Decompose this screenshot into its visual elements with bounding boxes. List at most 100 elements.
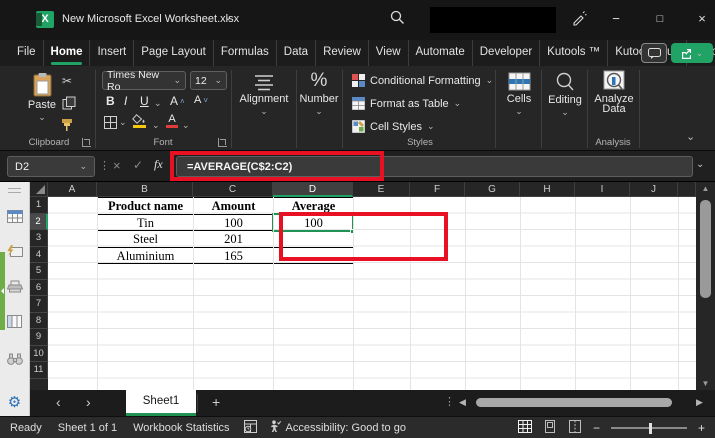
- column-header-C[interactable]: C: [193, 182, 273, 197]
- advanced-find-binoculars-icon[interactable]: [7, 352, 23, 370]
- name-box[interactable]: D2 ⌄: [7, 156, 95, 177]
- tab-bar-options-icon[interactable]: ⋮: [444, 390, 455, 414]
- page-break-preview-button[interactable]: [568, 420, 582, 436]
- borders-button[interactable]: ⌄: [104, 116, 127, 129]
- formula-bar-grip-icon[interactable]: ⋮: [99, 159, 110, 172]
- autotext-icon[interactable]: [7, 245, 23, 263]
- column-header-G[interactable]: G: [465, 182, 520, 197]
- zoom-out-button[interactable]: −: [593, 421, 600, 435]
- vertical-scrollbar-thumb[interactable]: [700, 200, 711, 298]
- zoom-slider[interactable]: [610, 422, 687, 434]
- row-headers[interactable]: 1 2 3 4 5 6 7 8 9 10 11: [30, 197, 48, 390]
- decrease-font-size-button[interactable]: A ˅: [194, 94, 208, 106]
- ribbon-tab-insert[interactable]: Insert: [89, 40, 133, 66]
- clipboard-dialog-launcher[interactable]: [82, 138, 91, 147]
- copy-button[interactable]: [62, 96, 76, 115]
- column-header-F[interactable]: F: [410, 182, 465, 197]
- ribbon-tab-automate[interactable]: Automate: [407, 40, 472, 66]
- sheet-tab-sheet1[interactable]: Sheet1: [126, 390, 196, 416]
- vertical-scrollbar[interactable]: ▲ ▼: [696, 182, 715, 390]
- ribbon-tab-home[interactable]: Home: [42, 40, 90, 66]
- pane-handle[interactable]: [8, 188, 21, 193]
- cell-B2[interactable]: Tin: [97, 213, 194, 231]
- alignment-group-button[interactable]: Alignment ⌄: [236, 74, 292, 116]
- cut-button[interactable]: ✂: [62, 74, 72, 88]
- row-header-6[interactable]: 6: [30, 279, 48, 296]
- next-sheet-icon[interactable]: ›: [86, 390, 91, 414]
- zoom-slider-thumb[interactable]: [648, 422, 652, 434]
- scroll-right-icon[interactable]: ▶: [696, 390, 703, 415]
- font-color-button[interactable]: A: [166, 113, 178, 128]
- row-header-7[interactable]: 7: [30, 296, 48, 313]
- sheets-navigation-icon[interactable]: [7, 210, 23, 228]
- select-all-corner[interactable]: [30, 182, 48, 197]
- ribbon-tab-file[interactable]: File: [10, 40, 43, 66]
- title-chevron-down-icon[interactable]: ⌄: [224, 12, 232, 23]
- row-header-9[interactable]: 9: [30, 329, 48, 346]
- column-header-E[interactable]: E: [353, 182, 410, 197]
- conditional-formatting-button[interactable]: Conditional Formatting ⌄: [352, 74, 493, 87]
- accessibility-status[interactable]: Accessibility: Good to go: [286, 422, 406, 434]
- bold-button[interactable]: B: [106, 94, 115, 108]
- font-color-chevron-down-icon[interactable]: ⌄: [182, 121, 190, 130]
- fill-color-chevron-down-icon[interactable]: ⌄: [152, 121, 160, 130]
- horizontal-scrollbar-thumb[interactable]: [476, 398, 672, 407]
- ribbon-tab-data[interactable]: Data: [275, 40, 315, 66]
- font-dialog-launcher[interactable]: [218, 138, 227, 147]
- cells-group-button[interactable]: Cells ⌄: [498, 72, 540, 116]
- analyze-data-button[interactable]: Analyze Data: [590, 70, 638, 115]
- page-layout-view-button[interactable]: [543, 420, 557, 436]
- row-header-1[interactable]: 1: [30, 197, 48, 214]
- column-header-I[interactable]: I: [575, 182, 630, 197]
- minimize-button[interactable]: −: [600, 4, 632, 34]
- paste-button[interactable]: Paste ⌄: [24, 72, 60, 122]
- close-button[interactable]: ×: [686, 4, 715, 34]
- cell-styles-button[interactable]: Cell Styles ⌄: [352, 120, 435, 133]
- macro-record-icon[interactable]: [243, 419, 257, 436]
- ribbon-tab-developer[interactable]: Developer: [471, 40, 539, 66]
- normal-view-button[interactable]: [517, 420, 532, 436]
- column-header-B[interactable]: B: [97, 182, 193, 197]
- row-header-8[interactable]: 8: [30, 312, 48, 329]
- column-headers[interactable]: ABCDEFGHIJ: [48, 182, 696, 197]
- row-header-3[interactable]: 3: [30, 230, 48, 247]
- column-header-J[interactable]: J: [630, 182, 678, 197]
- sheet-count[interactable]: Sheet 1 of 1: [58, 422, 117, 434]
- ribbon-tab-review[interactable]: Review: [315, 40, 368, 66]
- zoom-in-button[interactable]: +: [698, 421, 705, 435]
- ribbon-tab-page-layout[interactable]: Page Layout: [133, 40, 213, 66]
- cell-C2[interactable]: 100: [193, 213, 274, 231]
- increase-font-size-button[interactable]: A ˄: [170, 94, 185, 108]
- underline-chevron-down-icon[interactable]: ⌄: [154, 99, 162, 108]
- ribbon-tab-kutools[interactable]: Kutools ™: [539, 40, 607, 66]
- search-icon[interactable]: [390, 10, 405, 30]
- column-header-partial[interactable]: [678, 182, 696, 197]
- scroll-left-icon[interactable]: ◀: [459, 390, 466, 415]
- maximize-button[interactable]: □: [644, 4, 676, 34]
- workbook-statistics[interactable]: Workbook Statistics: [133, 422, 229, 434]
- printer-icon[interactable]: [6, 280, 24, 298]
- share-button[interactable]: ⌄: [671, 43, 713, 63]
- comments-button[interactable]: [641, 43, 667, 63]
- row-header-10[interactable]: 10: [30, 345, 48, 362]
- column-header-D[interactable]: D: [273, 182, 353, 197]
- row-header-2[interactable]: 2: [30, 213, 48, 230]
- number-group-button[interactable]: % Number ⌄: [298, 71, 340, 116]
- cell-B3[interactable]: Steel: [97, 230, 194, 248]
- cell-B1[interactable]: Product name: [97, 197, 194, 215]
- pane-collapse-bar[interactable]: [0, 252, 5, 330]
- cancel-icon[interactable]: ×: [113, 158, 121, 173]
- italic-button[interactable]: I: [124, 94, 127, 108]
- cell-C3[interactable]: 201: [193, 230, 274, 248]
- kutools-settings-gear-icon[interactable]: ⚙: [0, 390, 30, 416]
- row-header-5[interactable]: 5: [30, 263, 48, 280]
- scroll-down-icon[interactable]: ▼: [696, 379, 715, 388]
- collapse-ribbon-chevron-icon[interactable]: ⌄: [686, 132, 695, 143]
- enter-icon[interactable]: ✓: [133, 158, 143, 172]
- cell-C1[interactable]: Amount: [193, 197, 274, 215]
- font-size-select[interactable]: 12 ⌄: [190, 71, 227, 90]
- insert-function-icon[interactable]: fx: [154, 157, 163, 172]
- expand-formula-bar-chevron-icon[interactable]: ⌄: [696, 159, 704, 170]
- format-painter-button[interactable]: [60, 118, 75, 137]
- cell-B4[interactable]: Aluminium: [97, 246, 194, 264]
